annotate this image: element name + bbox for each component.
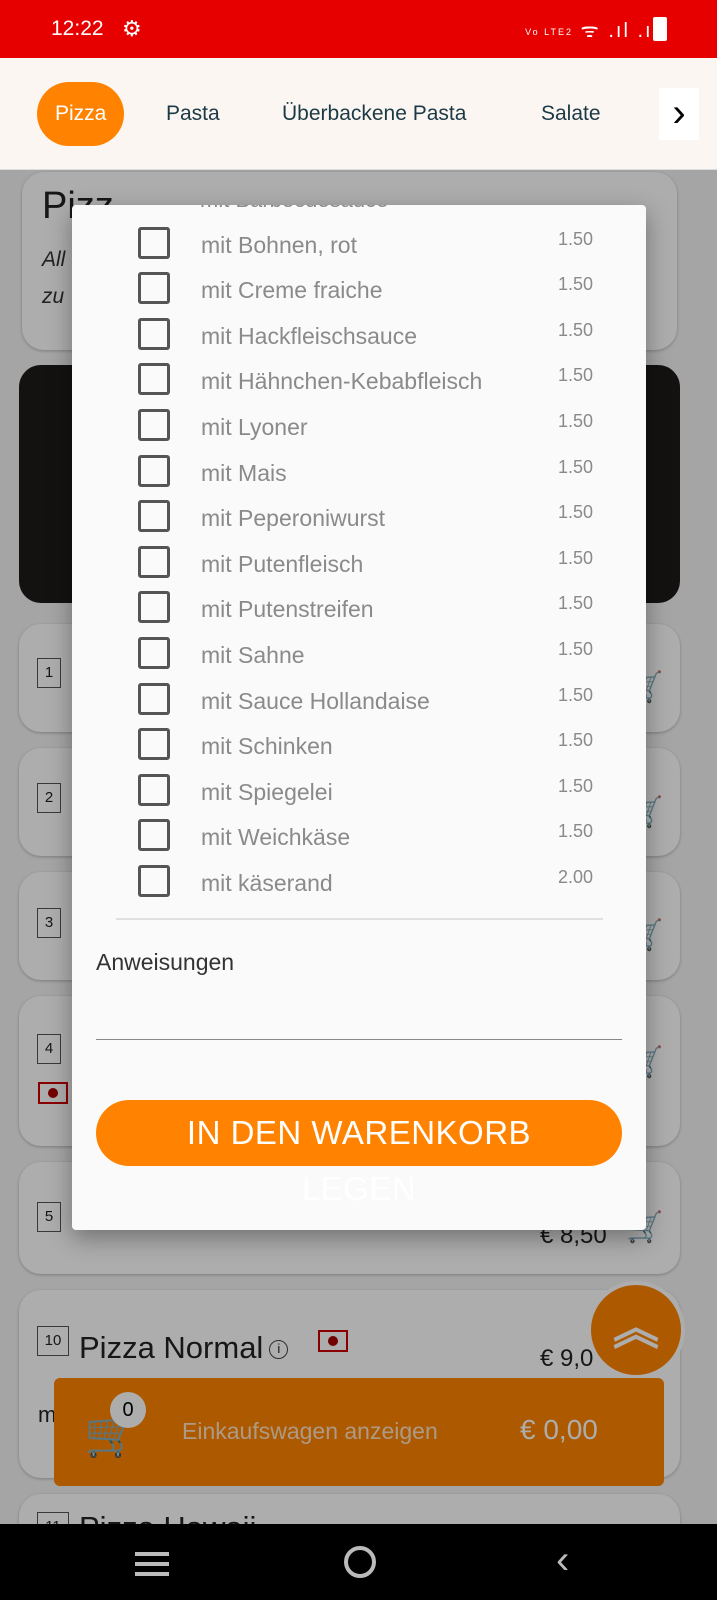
instructions-label: Anweisungen <box>96 949 235 975</box>
option-label: mit käserand <box>201 870 333 896</box>
extra-option[interactable]: mit Peperoniwurst 1.50 <box>72 493 646 539</box>
option-price: 1.50 <box>558 776 594 796</box>
home-icon[interactable] <box>344 1546 376 1578</box>
status-time: 12:22 <box>51 17 104 40</box>
checkbox[interactable] <box>138 591 170 623</box>
option-price: 1.50 <box>558 411 594 431</box>
checkbox[interactable] <box>138 227 170 259</box>
option-label: mit Peperoniwurst <box>201 505 386 531</box>
checkbox[interactable] <box>138 318 170 350</box>
option-price: 1.50 <box>558 365 594 385</box>
option-price: 1.50 <box>558 457 594 477</box>
checkbox[interactable] <box>138 728 170 760</box>
chevron-right-icon[interactable]: › <box>659 88 699 140</box>
recent-apps-icon[interactable] <box>135 1552 169 1576</box>
extra-option[interactable]: mit Hähnchen-Kebabfleisch 1.50 <box>72 356 646 402</box>
extra-option[interactable]: mit Weichkäse 1.50 <box>72 812 646 858</box>
extra-option[interactable]: mit Sahne 1.50 <box>72 630 646 676</box>
option-label: mit Bohnen, rot <box>201 232 357 258</box>
checkbox[interactable] <box>138 865 170 897</box>
extra-option[interactable]: mit Putenfleisch 1.50 <box>72 539 646 585</box>
option-label: mit Hähnchen-Kebabfleisch <box>201 368 483 394</box>
instructions-input[interactable] <box>96 995 622 1040</box>
option-price: 1.50 <box>558 639 594 659</box>
checkbox[interactable] <box>138 272 170 304</box>
add-to-cart-button-overflow-text: LEGEN <box>301 1170 417 1207</box>
option-label: mit Mais <box>201 460 287 486</box>
extras-dialog: mit Barbecuesauce mit Bohnen, rot 1.50 m… <box>72 205 646 1230</box>
checkbox[interactable] <box>138 455 170 487</box>
extra-option[interactable]: mit Putenstreifen 1.50 <box>72 584 646 630</box>
extra-option[interactable]: mit Mais 1.50 <box>72 448 646 494</box>
checkbox[interactable] <box>138 683 170 715</box>
option-price: 1.50 <box>558 548 594 568</box>
option-label: mit Spiegelei <box>201 779 333 805</box>
tab-salate[interactable]: Salate <box>541 82 601 146</box>
option-price: 1.50 <box>558 502 594 522</box>
option-label: mit Lyoner <box>201 414 308 440</box>
option-price: 1.50 <box>558 685 594 705</box>
option-label: mit Sahne <box>201 642 305 668</box>
extra-option[interactable]: mit käserand 2.00 <box>72 858 646 904</box>
option-label: mit Weichkäse <box>201 824 351 850</box>
system-nav-bar: ‹ <box>0 1524 717 1600</box>
checkbox[interactable] <box>138 546 170 578</box>
option-price: 1.50 <box>558 821 594 841</box>
option-price: 1.50 <box>558 320 594 340</box>
checkbox[interactable] <box>138 637 170 669</box>
volte-icon: Vo LTE2 <box>525 26 573 37</box>
back-icon[interactable]: ‹ <box>556 1538 569 1583</box>
option-label: mit Creme fraiche <box>201 277 383 303</box>
gear-icon: ⚙ <box>122 16 142 41</box>
option-label-partial: mit Barbecuesauce <box>200 205 388 213</box>
extra-option[interactable]: mit Lyoner 1.50 <box>72 402 646 448</box>
option-label: mit Hackfleischsauce <box>201 323 418 349</box>
checkbox[interactable] <box>138 363 170 395</box>
checkbox[interactable] <box>138 819 170 851</box>
tab-pizza[interactable]: Pizza <box>37 82 125 146</box>
option-price: 1.50 <box>558 274 594 294</box>
option-price: 1.50 <box>558 730 594 750</box>
status-bar: 12:22 ⚙ Vo LTE2 ᯤ .ıl .ıl <box>0 0 717 58</box>
extra-option[interactable]: mit Spiegelei 1.50 <box>72 767 646 813</box>
tab-pasta[interactable]: Pasta <box>166 82 220 146</box>
add-to-cart-button[interactable]: IN DEN WARENKORB <box>96 1100 622 1166</box>
extra-option[interactable]: mit Schinken 1.50 <box>72 721 646 767</box>
category-tabs: Pizza Pasta Überbackene Pasta Salate F › <box>0 58 717 170</box>
option-label: mit Sauce Hollandaise <box>201 688 430 714</box>
checkbox[interactable] <box>138 774 170 806</box>
option-price: 1.50 <box>558 229 594 249</box>
extra-option[interactable]: mit Hackfleischsauce 1.50 <box>72 311 646 357</box>
tab-ueberbackene-pasta[interactable]: Überbackene Pasta <box>282 82 466 146</box>
divider <box>116 918 603 920</box>
extra-option[interactable]: mit Sauce Hollandaise 1.50 <box>72 676 646 722</box>
signal-icons: Vo LTE2 ᯤ .ıl .ıl <box>525 20 659 42</box>
option-label: mit Schinken <box>201 733 333 759</box>
option-price: 2.00 <box>558 867 594 887</box>
option-price: 1.50 <box>558 593 594 613</box>
option-label: mit Putenstreifen <box>201 596 374 622</box>
option-label: mit Putenfleisch <box>201 551 364 577</box>
checkbox[interactable] <box>138 409 170 441</box>
checkbox[interactable] <box>138 500 170 532</box>
extra-option[interactable]: mit Creme fraiche 1.50 <box>72 265 646 311</box>
battery-icon <box>653 17 667 41</box>
extra-option[interactable]: mit Bohnen, rot 1.50 <box>72 220 646 266</box>
